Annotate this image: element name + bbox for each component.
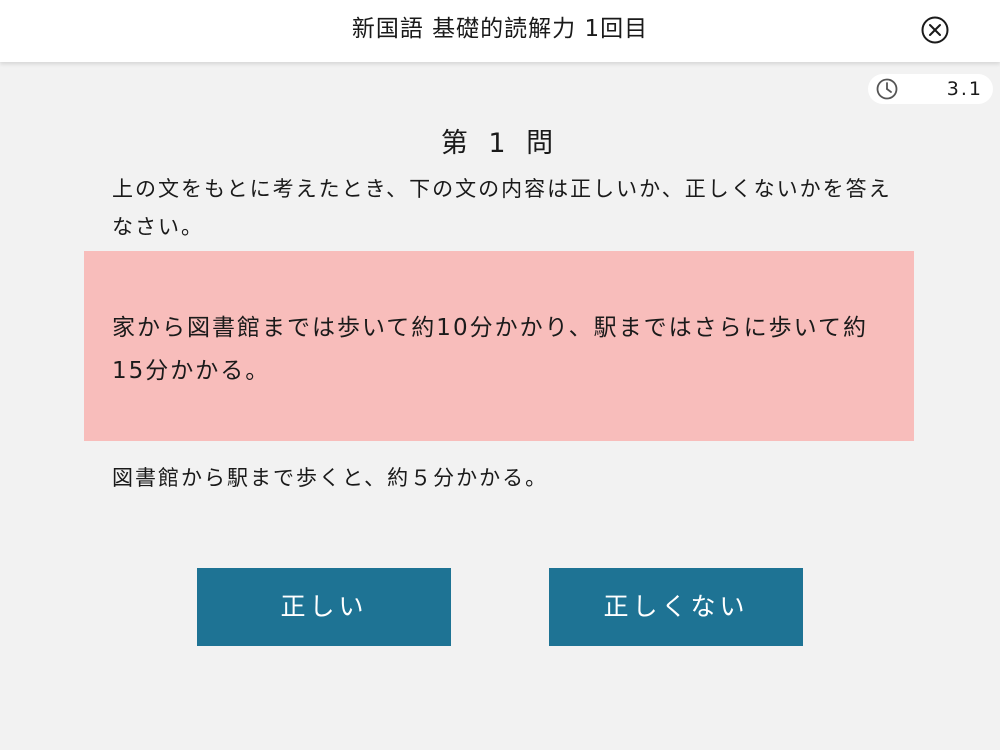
answer-false-button[interactable]: 正しくない <box>549 568 803 646</box>
timer-display: 3.1 <box>868 74 993 104</box>
passage-box: 家から図書館までは歩いて約10分かかり、駅まではさらに歩いて約15分かかる。 <box>84 251 914 441</box>
header-bar: 新国語 基礎的読解力 1回目 <box>0 0 1000 62</box>
statement-text: 図書館から駅まで歩くと、約５分かかる。 <box>112 466 549 490</box>
clock-icon <box>876 78 898 100</box>
passage-text: 家から図書館までは歩いて約10分かかり、駅まではさらに歩いて約15分かかる。 <box>112 315 868 384</box>
close-circle-icon <box>921 16 949 44</box>
answer-true-button[interactable]: 正しい <box>197 568 451 646</box>
question-number: 第 1 問 <box>440 128 560 159</box>
question-instruction: 上の文をもとに考えたとき、下の文の内容は正しいか、正しくないかを答えなさい。 <box>112 177 892 239</box>
page-title: 新国語 基礎的読解力 1回目 <box>351 16 649 42</box>
timer-value: 3.1 <box>946 78 983 100</box>
close-button[interactable] <box>920 15 950 45</box>
